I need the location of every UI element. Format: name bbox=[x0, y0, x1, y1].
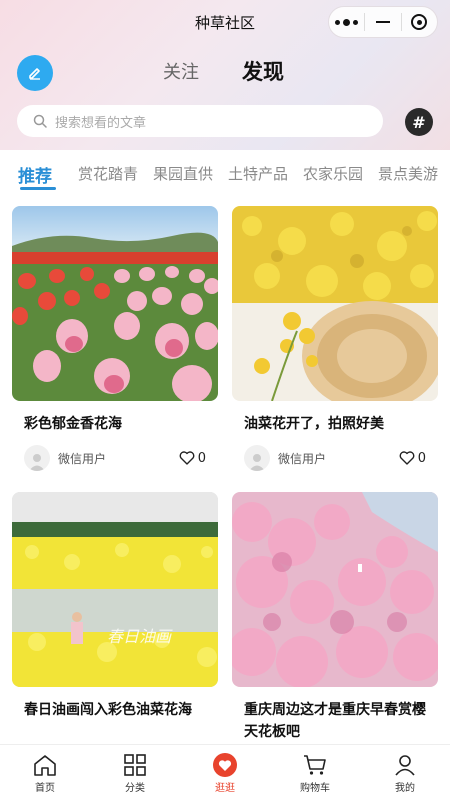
more-icon bbox=[335, 18, 359, 26]
search-placeholder: 搜索想看的文章 bbox=[55, 115, 147, 131]
nav-item-category[interactable]: 分类 bbox=[90, 745, 180, 800]
post-image bbox=[232, 206, 438, 401]
like-count: 0 bbox=[417, 450, 426, 466]
post-meta: 微信用户 0 bbox=[12, 445, 218, 471]
cart-icon bbox=[304, 755, 326, 775]
post-card[interactable]: 彩色郁金香花海 微信用户 0 bbox=[12, 206, 218, 471]
post-meta: 微信用户 0 bbox=[232, 445, 438, 471]
minus-icon bbox=[375, 21, 390, 23]
category-tab-farm-stay[interactable]: 农家乐园 bbox=[303, 163, 363, 184]
nav-item-home[interactable]: 首页 bbox=[0, 745, 90, 800]
category-tab-orchard[interactable]: 果园直供 bbox=[153, 163, 213, 184]
post-title: 油菜花开了，拍照好美 bbox=[244, 416, 384, 432]
category-tab-recommend[interactable]: 推荐 bbox=[18, 162, 52, 187]
heart-outline-icon bbox=[399, 451, 415, 465]
search-icon bbox=[33, 114, 47, 128]
tab-discover[interactable]: 发现 bbox=[242, 56, 284, 86]
app-title: 种草社区 bbox=[194, 13, 255, 32]
avatar-icon bbox=[29, 454, 45, 471]
close-button[interactable] bbox=[402, 7, 437, 37]
top-tabs: 关注 发现 bbox=[0, 56, 450, 86]
like-button[interactable]: 0 bbox=[399, 451, 426, 466]
mini-program-capsule bbox=[328, 6, 438, 38]
bottom-nav: 首页 分类 逛逛 购物车 我的 bbox=[0, 744, 450, 800]
svg-text:春日油画: 春日油画 bbox=[107, 627, 173, 646]
post-title: 春日油画闯入彩色油菜花海 bbox=[24, 702, 192, 718]
category-tabs: 推荐 赏花踏青 果园直供 土特产品 农家乐园 景点美游 bbox=[0, 150, 450, 194]
post-image bbox=[12, 206, 218, 401]
nav-label: 我的 bbox=[395, 783, 415, 794]
target-icon bbox=[411, 14, 428, 30]
post-image: 春日油画 bbox=[12, 492, 218, 687]
nav-label: 购物车 bbox=[300, 783, 330, 794]
avatar bbox=[24, 445, 50, 471]
post-title: 重庆周边这才是重庆早春赏樱天花板吧 bbox=[244, 702, 426, 740]
post-author: 微信用户 bbox=[278, 451, 327, 466]
nav-item-profile[interactable]: 我的 bbox=[360, 745, 450, 800]
category-tab-flowers[interactable]: 赏花踏青 bbox=[78, 163, 138, 184]
avatar bbox=[244, 445, 270, 471]
post-card[interactable]: 油菜花开了，拍照好美 微信用户 0 bbox=[232, 206, 438, 471]
like-button[interactable]: 0 bbox=[179, 451, 206, 466]
search-input[interactable]: 搜索想看的文章 bbox=[17, 105, 383, 137]
minimize-button[interactable] bbox=[365, 7, 400, 37]
nav-label: 分类 bbox=[125, 783, 145, 794]
hashtag-icon: # bbox=[412, 112, 426, 132]
topic-button[interactable]: # bbox=[405, 108, 433, 136]
more-button[interactable] bbox=[329, 7, 364, 37]
post-author: 微信用户 bbox=[58, 451, 107, 466]
active-tab-indicator bbox=[20, 187, 56, 190]
post-card[interactable]: 重庆周边这才是重庆早春赏樱天花板吧 bbox=[232, 492, 438, 743]
nav-item-browse[interactable]: 逛逛 bbox=[180, 745, 270, 800]
post-card[interactable]: 春日油画 春日油画闯入彩色油菜花海 bbox=[12, 492, 218, 721]
tab-follow[interactable]: 关注 bbox=[163, 58, 199, 84]
category-tab-local-products[interactable]: 土特产品 bbox=[228, 163, 288, 184]
heart-icon bbox=[213, 753, 237, 777]
avatar-icon bbox=[249, 454, 265, 471]
post-image bbox=[232, 492, 438, 687]
like-count: 0 bbox=[197, 450, 206, 466]
post-title: 彩色郁金香花海 bbox=[24, 416, 122, 432]
nav-label: 首页 bbox=[35, 783, 55, 794]
user-icon bbox=[395, 755, 415, 776]
nav-label: 逛逛 bbox=[215, 783, 235, 794]
nav-item-cart[interactable]: 购物车 bbox=[270, 745, 360, 800]
home-icon bbox=[34, 755, 56, 776]
category-tab-scenic[interactable]: 景点美游 bbox=[378, 163, 438, 184]
heart-outline-icon bbox=[179, 451, 195, 465]
grid-icon bbox=[124, 754, 146, 776]
